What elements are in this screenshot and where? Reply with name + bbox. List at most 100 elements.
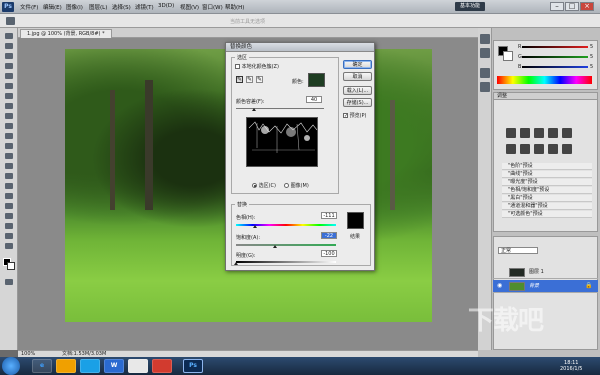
result-color-swatch[interactable]: [347, 212, 364, 229]
hue-slider-thumb[interactable]: [253, 225, 257, 228]
brush-tool-icon[interactable]: [3, 102, 15, 110]
folder-app-icon[interactable]: [56, 359, 76, 373]
color-spectrum[interactable]: [497, 76, 592, 84]
tolerance-input[interactable]: 40: [306, 96, 322, 103]
blur-tool-icon[interactable]: [3, 152, 15, 160]
tolerance-slider-thumb[interactable]: [251, 108, 256, 111]
ok-button[interactable]: 确定: [343, 60, 372, 69]
brush-panel-icon[interactable]: [480, 68, 490, 78]
sample-color-swatch[interactable]: [308, 73, 325, 87]
menu-filter[interactable]: 滤镜(T): [135, 3, 154, 11]
menu-file[interactable]: 文件(F): [20, 3, 38, 11]
word-app-icon[interactable]: W: [104, 359, 124, 373]
eyedropper-tool-icon[interactable]: [3, 82, 15, 90]
lasso-tool-icon[interactable]: [3, 52, 15, 60]
close-button[interactable]: ×: [580, 2, 594, 11]
healing-tool-icon[interactable]: [3, 92, 15, 100]
workspace-switcher[interactable]: 基本功能: [455, 2, 485, 11]
background-color-swatch[interactable]: [7, 262, 15, 270]
visibility-icon[interactable]: ◉: [497, 283, 504, 289]
black-white-icon[interactable]: [534, 144, 544, 154]
preset-item[interactable]: "通道混和器"预设: [502, 203, 592, 210]
blend-mode-select[interactable]: 正常: [498, 247, 538, 254]
curves-icon[interactable]: [534, 128, 544, 138]
levels-icon[interactable]: [520, 128, 530, 138]
preset-item[interactable]: "色相/饱和度"预设: [502, 187, 592, 194]
eyedropper-minus-icon[interactable]: ✎: [256, 76, 263, 83]
color-slider-r[interactable]: R 5: [518, 44, 598, 50]
save-button[interactable]: 存储(S)...: [343, 98, 372, 107]
ie-app-icon[interactable]: e: [32, 359, 52, 373]
adjustments-panel-title[interactable]: 调整: [494, 93, 597, 100]
start-button[interactable]: [2, 357, 20, 375]
tolerance-slider-track[interactable]: [236, 108, 324, 109]
menu-image[interactable]: 图像(I): [66, 3, 83, 11]
document-tab[interactable]: 1.jpg @ 100% (背景, RGB/8#) *: [20, 29, 112, 38]
dialog-title[interactable]: 替换颜色: [226, 43, 374, 52]
preview-checkbox[interactable]: [343, 113, 348, 118]
vibrance-icon[interactable]: [562, 128, 572, 138]
radio-selection[interactable]: [252, 183, 257, 188]
3d-camera-tool-icon[interactable]: [3, 222, 15, 230]
visibility-icon[interactable]: [497, 269, 504, 275]
bg-color-swatch[interactable]: [503, 51, 513, 61]
app-icon[interactable]: [152, 359, 172, 373]
tool-preset-icon[interactable]: [6, 17, 15, 25]
color-balance-icon[interactable]: [520, 144, 530, 154]
lightness-slider-track[interactable]: [236, 261, 336, 263]
radio-selection-row[interactable]: 选区(C): [252, 182, 276, 189]
app-icon[interactable]: [80, 359, 100, 373]
eraser-tool-icon[interactable]: [3, 132, 15, 140]
radio-image[interactable]: [284, 183, 289, 188]
type-tool-icon[interactable]: [3, 182, 15, 190]
load-button[interactable]: 载入(L)...: [343, 86, 372, 95]
preset-item[interactable]: "可选颜色"预设: [502, 211, 592, 218]
cancel-button[interactable]: 取消: [343, 72, 372, 81]
photoshop-app-icon[interactable]: Ps: [183, 359, 203, 373]
history-panel-icon[interactable]: [480, 34, 490, 44]
localized-checkbox-row[interactable]: 本地化颜色簇(Z): [235, 63, 279, 70]
color-slider-g[interactable]: G 5: [518, 54, 598, 60]
system-clock[interactable]: 18:11 2016/1/5: [560, 360, 582, 372]
maximize-button[interactable]: □: [565, 2, 579, 11]
color-slider-b[interactable]: B 5: [518, 64, 598, 70]
clone-stamp-tool-icon[interactable]: [3, 112, 15, 120]
eyedropper-plus-icon[interactable]: ✎: [246, 76, 253, 83]
preset-item[interactable]: "曝光度"预设: [502, 179, 592, 186]
minimize-button[interactable]: –: [550, 2, 564, 11]
crop-tool-icon[interactable]: [3, 72, 15, 80]
marquee-tool-icon[interactable]: [3, 42, 15, 50]
preset-item[interactable]: "黑白"预设: [502, 195, 592, 202]
dodge-tool-icon[interactable]: [3, 162, 15, 170]
hue-input[interactable]: -111: [321, 212, 337, 219]
menu-view[interactable]: 视图(V): [180, 3, 199, 11]
shape-tool-icon[interactable]: [3, 202, 15, 210]
lightness-input[interactable]: -100: [321, 250, 337, 257]
menu-edit[interactable]: 编辑(E): [43, 3, 62, 11]
brightness-icon[interactable]: [506, 128, 516, 138]
menu-layer[interactable]: 图层(L): [89, 3, 107, 11]
layer-row-selected[interactable]: ◉ 背景 🔒: [493, 280, 598, 293]
photo-filter-icon[interactable]: [548, 144, 558, 154]
hand-tool-icon[interactable]: [3, 232, 15, 240]
menu-window[interactable]: 窗口(W): [202, 3, 223, 11]
localized-checkbox[interactable]: [235, 64, 240, 69]
radio-image-row[interactable]: 图像(M): [284, 182, 309, 189]
path-select-tool-icon[interactable]: [3, 192, 15, 200]
layer-row[interactable]: 图层 1: [493, 266, 598, 279]
3d-rotate-tool-icon[interactable]: [3, 212, 15, 220]
menu-select[interactable]: 选择(S): [112, 3, 131, 11]
exposure-icon[interactable]: [548, 128, 558, 138]
eyedropper-icon[interactable]: ✎: [236, 76, 243, 83]
selection-preview[interactable]: [246, 117, 318, 167]
app-icon[interactable]: [128, 359, 148, 373]
actions-panel-icon[interactable]: [480, 48, 490, 58]
pen-tool-icon[interactable]: [3, 172, 15, 180]
quick-select-tool-icon[interactable]: [3, 62, 15, 70]
saturation-slider-thumb[interactable]: [273, 245, 277, 248]
move-tool-icon[interactable]: [3, 32, 15, 40]
hue-slider-track[interactable]: [236, 224, 336, 226]
saturation-input[interactable]: -22: [321, 232, 337, 239]
menu-help[interactable]: 帮助(H): [225, 3, 244, 11]
channel-mixer-icon[interactable]: [562, 144, 572, 154]
